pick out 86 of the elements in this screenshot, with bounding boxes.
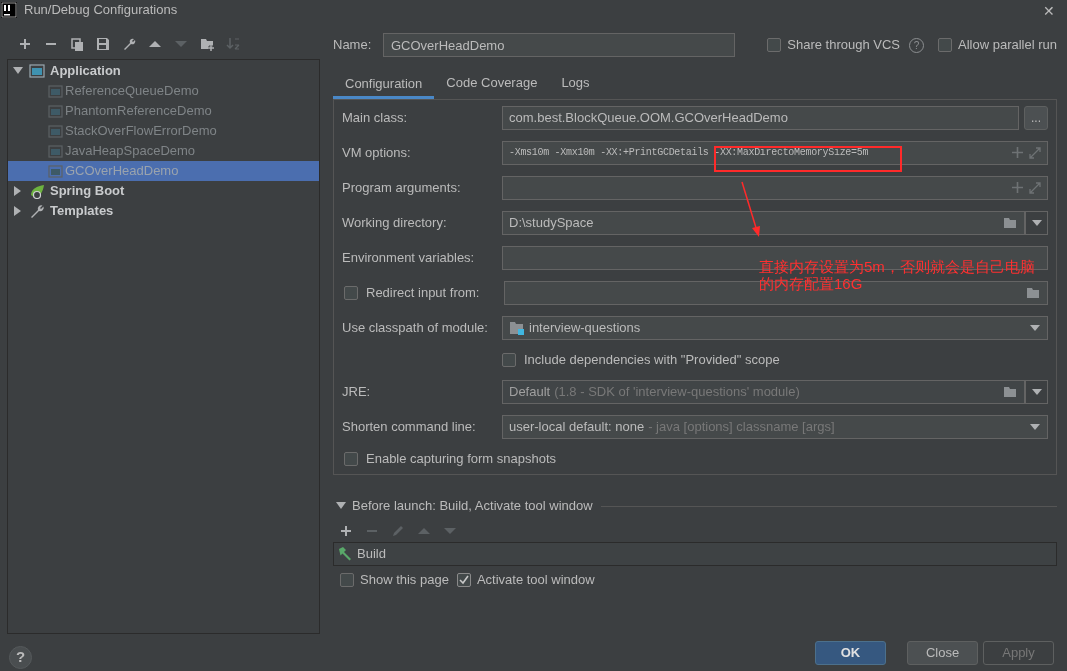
tab[interactable]: Code Coverage — [434, 69, 550, 99]
field-label: VM options: — [342, 143, 412, 162]
input-field[interactable]: -Xms10m -Xmx10m -XX:+PrintGCDetails -XX:MaxDirectoMemorySize=5m — [502, 140, 1048, 165]
window-icon — [48, 144, 63, 158]
checkbox-label: Activate tool window — [476, 571, 595, 590]
window-icon — [48, 104, 63, 118]
app-logo-icon — [1, 2, 17, 18]
window-title: Run/Debug Configurations — [24, 1, 178, 20]
checkbox-label: Include dependencies with "Provided" scope — [524, 350, 780, 369]
pencil-icon — [391, 524, 405, 538]
caret-down-icon — [1031, 219, 1042, 226]
tree-item[interactable]: JavaHeapSpaceDemo — [8, 141, 319, 161]
tree-item[interactable]: StackOverFlowErrorDemo — [8, 121, 319, 141]
help-button[interactable]: ? — [9, 646, 32, 669]
tab[interactable]: Logs — [549, 69, 602, 99]
wrench-icon — [29, 203, 45, 219]
checkbox-label: Show this page — [360, 571, 449, 590]
field-label: JRE: — [342, 382, 372, 401]
checkbox-label: Share through VCS — [787, 36, 900, 55]
input-field[interactable] — [502, 175, 1048, 200]
window-icon — [29, 64, 45, 78]
sort-icon — [226, 37, 240, 51]
caret-down-icon — [1030, 324, 1040, 331]
task-item[interactable]: Build — [357, 544, 386, 564]
module-folder-icon — [509, 320, 525, 335]
checkbox[interactable] — [456, 573, 471, 587]
caret-down-icon — [1031, 388, 1042, 395]
dropdown[interactable]: interview-questions — [502, 315, 1048, 340]
field-label: Main class: — [342, 108, 409, 127]
folder-icon — [1026, 286, 1040, 299]
arrow-up-icon — [148, 39, 162, 49]
tree-item[interactable]: Templates — [8, 201, 319, 221]
checkbox[interactable] — [340, 573, 354, 587]
plus-icon — [1012, 182, 1023, 193]
tree-item[interactable]: ReferenceQueueDemo — [8, 81, 319, 101]
field-label: Shorten command line: — [342, 417, 477, 436]
folder-icon — [1003, 385, 1017, 398]
save-icon — [96, 37, 110, 51]
tree-item[interactable]: Spring Boot — [8, 181, 319, 201]
arrow-down-icon — [174, 39, 188, 49]
dropdown-button[interactable] — [1025, 379, 1048, 404]
checkbox[interactable] — [938, 38, 952, 52]
name-label: Name: — [333, 36, 373, 55]
tab[interactable]: Configuration — [333, 69, 435, 99]
plus-icon — [19, 38, 31, 50]
leaf-gear-icon — [29, 183, 45, 199]
collapse-arrow-icon[interactable] — [336, 502, 346, 510]
arrow — [741, 181, 760, 237]
field-label: Working directory: — [342, 213, 448, 232]
wrench-icon — [122, 37, 136, 51]
annotation-text: 直接内存设置为5m，否则就会是自己电脑 的内存配置16G — [759, 258, 1035, 292]
browse-button[interactable]: ... — [1024, 105, 1048, 130]
hammer-icon — [337, 546, 353, 562]
checkbox-label: Redirect input from: — [366, 283, 480, 302]
checkbox[interactable] — [502, 352, 516, 367]
tree-item[interactable]: PhantomReferenceDemo — [8, 101, 319, 121]
plus-icon — [340, 525, 352, 537]
caret-down-icon — [1030, 423, 1040, 430]
checkbox-label: Allow parallel run — [958, 36, 1057, 55]
window-icon — [48, 84, 63, 98]
section-title: Before launch: Build, Activate tool window — [352, 497, 593, 516]
arrow-up-icon — [417, 526, 431, 536]
folder-icon — [1003, 216, 1017, 229]
checkbox[interactable] — [767, 38, 782, 52]
checkbox-label: Enable capturing form snapshots — [366, 449, 557, 468]
close-button[interactable]: ✕ — [1043, 1, 1055, 22]
copy-icon — [70, 37, 84, 51]
arrow-down-icon — [443, 526, 457, 536]
tree-item[interactable]: Application — [8, 61, 319, 81]
input-field[interactable]: com.best.BlockQueue.OOM.GCOverHeadDemo — [502, 105, 1019, 130]
field-label: Use classpath of module: — [342, 318, 489, 337]
expand-icon — [1029, 146, 1041, 159]
input-field[interactable]: D:\studySpace — [502, 210, 1025, 235]
window-icon — [48, 124, 63, 138]
field-label: Environment variables: — [342, 248, 476, 267]
checkbox[interactable] — [344, 285, 358, 300]
checkbox[interactable] — [344, 451, 358, 466]
name-field[interactable]: GCOverHeadDemo — [383, 33, 735, 57]
plus-icon — [1012, 147, 1023, 158]
expand-icon — [1029, 181, 1041, 194]
field-label: Program arguments: — [342, 178, 462, 197]
window-icon — [48, 164, 63, 178]
dropdown-button[interactable] — [1025, 210, 1048, 235]
dialog-button[interactable]: Close — [907, 641, 978, 665]
folder-plus-icon — [199, 36, 215, 52]
dialog-button[interactable]: OK — [815, 641, 886, 665]
